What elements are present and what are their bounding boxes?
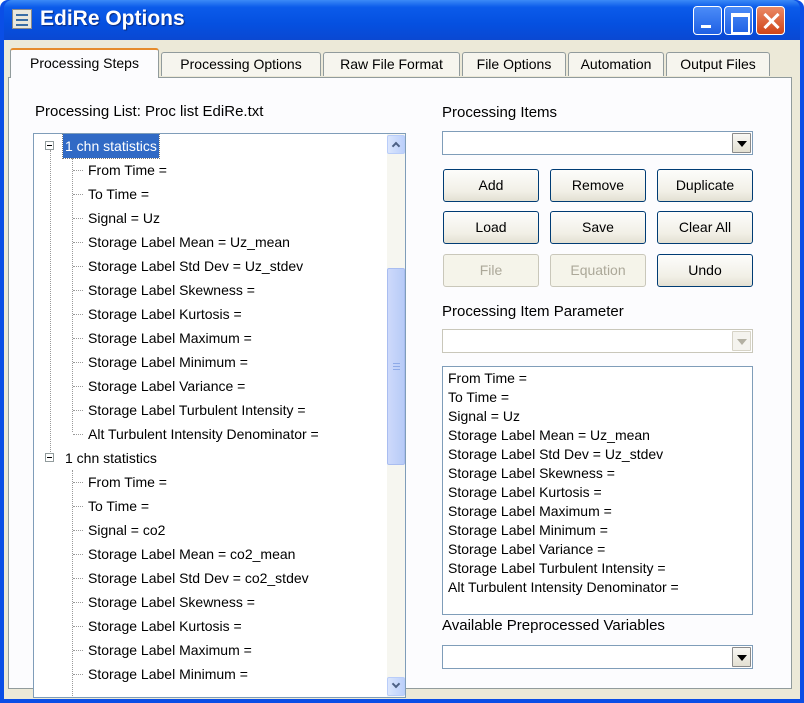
processing-items-select[interactable] (442, 131, 753, 155)
tab-processing-steps[interactable]: Processing Steps (10, 48, 159, 78)
collapse-icon[interactable] (45, 141, 54, 150)
scroll-down-button[interactable] (387, 677, 405, 696)
tree-item-label[interactable]: Storage Label Variance = (88, 374, 245, 398)
tree-item-label[interactable]: Storage Label Mean = co2_mean (88, 542, 295, 566)
remove-button[interactable]: Remove (550, 169, 646, 202)
tree-item-label[interactable]: Signal = Uz (88, 206, 160, 230)
tree-item-label[interactable]: Storage Label Skewness = (88, 278, 255, 302)
tree-item-label[interactable]: To Time = (88, 494, 149, 518)
maximize-button[interactable] (724, 6, 753, 35)
tree-item[interactable]: Storage Label Kurtosis = (34, 614, 374, 638)
tree-item-label[interactable]: Storage Label Kurtosis = (88, 614, 242, 638)
tree-item-label[interactable]: Signal = co2 (88, 518, 165, 542)
file-button[interactable]: File (443, 254, 539, 287)
tree-item[interactable]: Storage Label Std Dev = Uz_stdev (34, 254, 374, 278)
processing-items-label: Processing Items (442, 104, 558, 121)
dropdown-arrow-icon[interactable] (732, 133, 751, 153)
tab-raw-file-format[interactable]: Raw File Format (323, 52, 460, 76)
parameter-line[interactable]: Storage Label Minimum = (448, 522, 608, 538)
scroll-thumb[interactable] (387, 268, 405, 465)
tree-item[interactable]: Storage Label Mean = co2_mean (34, 542, 374, 566)
tab-automation[interactable]: Automation (568, 52, 664, 76)
save-button[interactable]: Save (550, 211, 646, 244)
tree-item[interactable]: Storage Label Maximum = (34, 638, 374, 662)
preprocessed-variables-select[interactable] (442, 645, 753, 669)
tree-item-label[interactable]: Storage Label Maximum = (88, 638, 252, 662)
preprocessed-variables-label: Available Preprocessed Variables (442, 617, 665, 634)
parameter-line[interactable]: Storage Label Turbulent Intensity = (448, 560, 666, 576)
add-button[interactable]: Add (443, 169, 539, 202)
tree-item[interactable]: Storage Label Skewness = (34, 278, 374, 302)
processing-list-label: Processing List: Proc list EdiRe.txt (35, 103, 264, 120)
parameter-line[interactable]: Storage Label Kurtosis = (448, 484, 602, 500)
title-bar[interactable]: EdiRe Options (4, 0, 800, 40)
tree-item-label[interactable]: Storage Label Maximum = (88, 326, 252, 350)
tree-item[interactable]: Alt Turbulent Intensity Denominator = (34, 422, 374, 446)
parameter-line[interactable]: Alt Turbulent Intensity Denominator = (448, 579, 679, 595)
tree-item[interactable]: From Time = (34, 158, 374, 182)
tab-output-files[interactable]: Output Files (666, 52, 770, 76)
equation-button[interactable]: Equation (550, 254, 646, 287)
tree-item[interactable]: Storage Label Kurtosis = (34, 302, 374, 326)
options-window: EdiRe Options Processing Steps Processin… (0, 0, 804, 703)
tree-item[interactable]: Storage Label Maximum = (34, 326, 374, 350)
collapse-icon[interactable] (45, 453, 54, 462)
item-parameter-select[interactable] (442, 329, 753, 353)
tree-item-label[interactable]: Storage Label Turbulent Intensity = (88, 398, 306, 422)
chevron-up-icon (391, 141, 401, 151)
tree-item-label[interactable]: Alt Turbulent Intensity Denominator = (88, 422, 319, 446)
undo-button[interactable]: Undo (657, 254, 753, 287)
tree-item-label[interactable]: Storage Label Std Dev = co2_stdev (88, 566, 309, 590)
tab-file-options[interactable]: File Options (462, 52, 566, 76)
tree-item-label[interactable]: Storage Label Skewness = (88, 590, 255, 614)
parameter-line[interactable]: Storage Label Mean = Uz_mean (448, 427, 650, 443)
tree-item-label[interactable]: Storage Label Mean = Uz_mean (88, 230, 290, 254)
tree-item[interactable]: Storage Label Turbulent Intensity = (34, 398, 374, 422)
scroll-up-button[interactable] (387, 135, 405, 154)
tree-item-label[interactable]: From Time = (88, 158, 167, 182)
tree-item-label[interactable]: To Time = (88, 182, 149, 206)
close-button[interactable] (756, 6, 785, 35)
parameter-line[interactable]: Storage Label Maximum = (448, 503, 612, 519)
tree-item-label[interactable]: Storage Label Std Dev = Uz_stdev (88, 254, 303, 278)
tree-item[interactable]: Signal = Uz (34, 206, 374, 230)
parameter-line[interactable]: Signal = Uz (448, 408, 520, 424)
tree-item[interactable]: Storage Label Minimum = (34, 350, 374, 374)
tree-item[interactable]: To Time = (34, 182, 374, 206)
processing-tree[interactable]: 1 chn statistics From Time = To Time = S… (33, 133, 406, 698)
tree-item-label[interactable]: From Time = (88, 470, 167, 494)
tree-item[interactable]: Storage Label Mean = Uz_mean (34, 230, 374, 254)
tree-group-label[interactable]: 1 chn statistics (62, 134, 160, 159)
window-title: EdiRe Options (40, 7, 185, 30)
tab-processing-options[interactable]: Processing Options (161, 52, 321, 76)
duplicate-button[interactable]: Duplicate (657, 169, 753, 202)
dropdown-arrow-icon[interactable] (732, 331, 751, 351)
tree-item-label[interactable]: Storage Label Minimum = (88, 662, 248, 686)
item-parameter-label: Processing Item Parameter (442, 303, 624, 320)
tree-item[interactable]: To Time = (34, 494, 374, 518)
tree-group-label[interactable]: 1 chn statistics (65, 446, 157, 470)
parameter-line[interactable]: To Time = (448, 389, 509, 405)
tree-item[interactable]: Storage Label Skewness = (34, 590, 374, 614)
parameter-line[interactable]: From Time = (448, 370, 527, 386)
load-button[interactable]: Load (443, 211, 539, 244)
tree-item-label[interactable]: Storage Label Kurtosis = (88, 302, 242, 326)
parameter-line[interactable]: Storage Label Std Dev = Uz_stdev (448, 446, 663, 462)
clear-all-button[interactable]: Clear All (657, 211, 753, 244)
tree-item[interactable]: Storage Label Std Dev = co2_stdev (34, 566, 374, 590)
item-parameter-list[interactable]: From Time = To Time = Signal = Uz Storag… (442, 366, 753, 615)
tree-item[interactable]: Storage Label Minimum = (34, 662, 374, 686)
tree-scrollbar[interactable] (387, 134, 405, 697)
tree-item[interactable]: Signal = co2 (34, 518, 374, 542)
tree-item[interactable]: Storage Label Variance = (34, 374, 374, 398)
chevron-down-icon (391, 679, 401, 689)
dropdown-arrow-icon[interactable] (732, 647, 751, 667)
tree-item[interactable]: From Time = (34, 470, 374, 494)
parameter-line[interactable]: Storage Label Variance = (448, 541, 605, 557)
minimize-button[interactable] (693, 6, 722, 35)
tree-item-label[interactable]: Storage Label Minimum = (88, 350, 248, 374)
parameter-line[interactable]: Storage Label Skewness = (448, 465, 615, 481)
app-icon[interactable] (12, 9, 32, 29)
